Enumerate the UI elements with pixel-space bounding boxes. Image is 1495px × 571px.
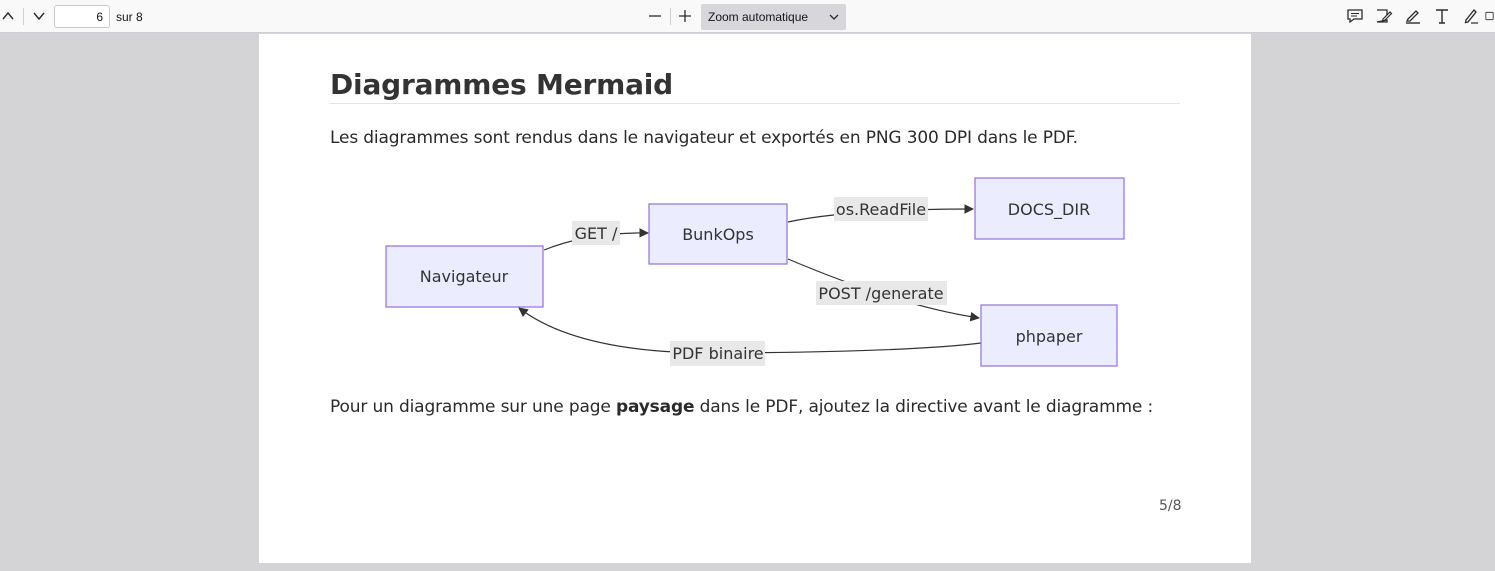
edge-label-readfile: os.ReadFile: [834, 197, 928, 221]
node-phpaper: phpaper: [980, 304, 1118, 367]
landscape-paragraph: Pour un diagramme sur une page paysage d…: [330, 397, 1153, 417]
zoom-in-button[interactable]: [673, 4, 697, 28]
edge-label-pdf-text: PDF binaire: [672, 344, 763, 363]
landscape-text-start: Pour un diagramme sur une page: [330, 397, 616, 417]
node-phpaper-label: phpaper: [1016, 327, 1083, 346]
sidebar-toggle-button[interactable]: [1484, 4, 1495, 28]
edge-label-get: GET /: [572, 221, 620, 245]
page-count-label: sur 8: [116, 10, 143, 24]
zoom-select-value: Zoom automatique: [708, 10, 809, 24]
draw-button[interactable]: [1459, 4, 1483, 28]
landscape-keyword: paysage: [615, 397, 695, 417]
chevron-up-icon: [2, 11, 14, 20]
pdf-page: Diagrammes Mermaid Les diagrammes sont r…: [259, 34, 1251, 563]
zoom-out-button[interactable]: [643, 4, 667, 28]
signature-button[interactable]: [1372, 4, 1396, 28]
panel-icon: [1485, 11, 1494, 21]
chevron-down-icon: [829, 14, 839, 20]
signature-icon: [1376, 9, 1393, 23]
zoom-select[interactable]: Zoom automatique: [701, 4, 846, 30]
edge-label-post-text: POST /generate: [818, 284, 943, 303]
comment-icon: [1347, 9, 1363, 24]
edge-label-readfile-text: os.ReadFile: [836, 200, 926, 219]
edge-label-get-text: GET /: [575, 224, 618, 243]
draw-icon: [1464, 9, 1478, 24]
landscape-text-end: dans le PDF, ajoutez la directive avant …: [694, 397, 1154, 417]
minus-icon: [649, 15, 661, 17]
chevron-down-icon: [33, 12, 45, 21]
node-navigateur-label: Navigateur: [420, 267, 509, 286]
node-docs-dir-label: DOCS_DIR: [1008, 200, 1090, 220]
pdf-toolbar: sur 8 Zoom automatique: [0, 0, 1495, 33]
page-number-input[interactable]: [54, 5, 110, 28]
toolbar-divider: [23, 8, 24, 25]
highlight-icon: [1405, 10, 1420, 24]
text-button[interactable]: [1430, 4, 1454, 28]
page-footer-number: 5/8: [1159, 498, 1182, 514]
plus-icon: [679, 10, 691, 22]
text-icon: [1436, 9, 1448, 24]
mermaid-diagram: GET / os.ReadFile POST /generate PDF bin…: [385, 177, 1125, 367]
toolbar-divider: [670, 8, 671, 25]
node-navigateur: Navigateur: [385, 245, 544, 308]
node-bunkops: BunkOps: [648, 203, 788, 265]
node-bunkops-label: BunkOps: [682, 225, 754, 244]
previous-page-button[interactable]: [0, 4, 20, 28]
highlight-button[interactable]: [1401, 4, 1425, 28]
edge-label-post: POST /generate: [816, 281, 947, 305]
node-docs-dir: DOCS_DIR: [974, 177, 1125, 240]
comment-button[interactable]: [1343, 4, 1367, 28]
edge-label-pdf: PDF binaire: [670, 341, 765, 366]
next-page-button[interactable]: [27, 4, 51, 28]
